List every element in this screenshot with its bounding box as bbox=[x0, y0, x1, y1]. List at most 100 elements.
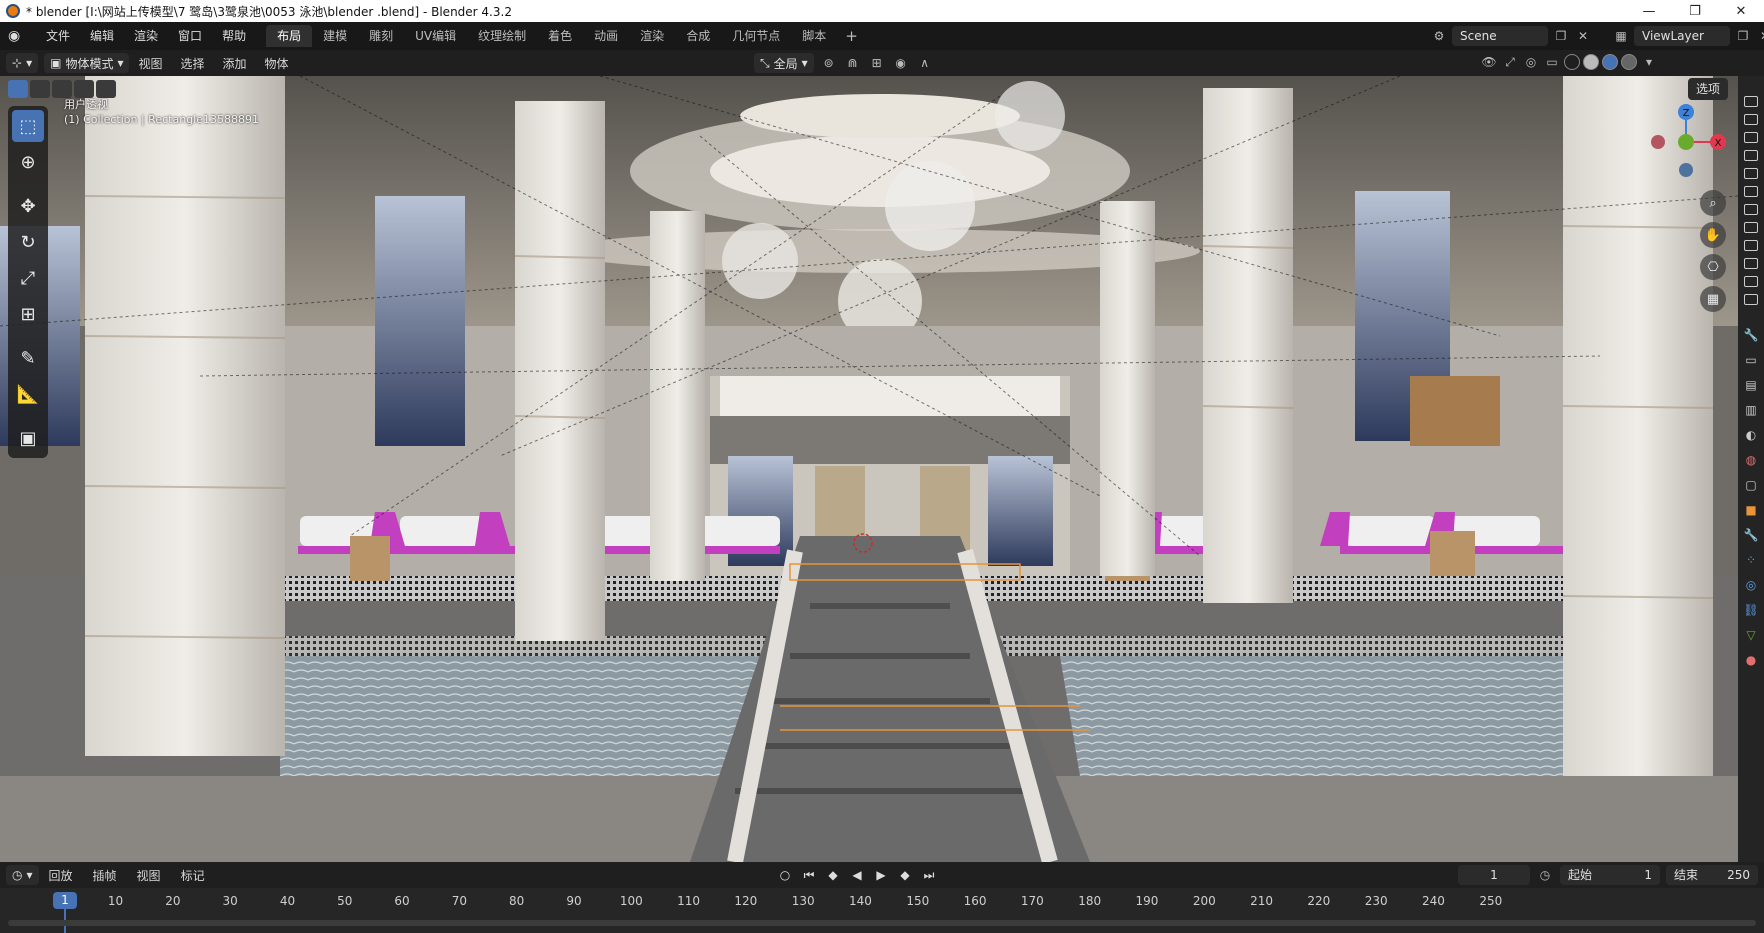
tab-geometry-nodes[interactable]: 几何节点 bbox=[721, 25, 791, 47]
move-tool-icon[interactable]: ✥ bbox=[12, 190, 44, 222]
minimize-button[interactable]: — bbox=[1626, 0, 1672, 22]
timeline-area[interactable]: 1 10 20 30 40 50 60 70 80 90 100 110 120 130 140 150 16… bbox=[0, 888, 1764, 933]
data-properties-icon[interactable]: ▽ bbox=[1742, 626, 1760, 644]
jump-start-icon[interactable]: ⏮ bbox=[800, 866, 818, 884]
menu-window[interactable]: 窗口 bbox=[168, 22, 212, 50]
camera-icon[interactable] bbox=[1744, 186, 1758, 197]
overlay-toggle-icon[interactable]: ◎ bbox=[1522, 53, 1540, 71]
3d-viewport[interactable]: 用户透视 (1) Collection | Rectangle13588891 … bbox=[0, 76, 1738, 862]
tool-properties-icon[interactable]: 🔧 bbox=[1742, 326, 1760, 344]
add-cube-tool-icon[interactable]: ▣ bbox=[12, 422, 44, 454]
auto-keying-icon[interactable]: ○ bbox=[776, 866, 794, 884]
menu-select[interactable]: 选择 bbox=[172, 55, 214, 72]
editor-type-button[interactable]: ⊹ ▾ bbox=[6, 53, 39, 73]
camera-icon[interactable] bbox=[1744, 132, 1758, 143]
camera-icon[interactable] bbox=[1744, 258, 1758, 269]
menu-playback[interactable]: 回放 bbox=[39, 867, 83, 884]
tab-modeling[interactable]: 建模 bbox=[312, 25, 358, 47]
annotate-tool-icon[interactable]: ✎ bbox=[12, 342, 44, 374]
start-frame-field[interactable]: 起始 1 bbox=[1560, 865, 1660, 885]
timeline-editor-type-button[interactable]: ◷ ▾ bbox=[6, 865, 39, 885]
tab-shading[interactable]: 着色 bbox=[537, 25, 583, 47]
view-layer-field[interactable]: ViewLayer bbox=[1634, 26, 1730, 46]
tab-texture-paint[interactable]: 纹理绘制 bbox=[467, 25, 537, 47]
select-invert-icon[interactable] bbox=[74, 80, 94, 98]
camera-icon[interactable] bbox=[1744, 168, 1758, 179]
play-icon[interactable]: ▶ bbox=[872, 866, 890, 884]
ortho-grid-icon[interactable]: ▦ bbox=[1700, 286, 1726, 312]
camera-view-icon[interactable]: ⎔ bbox=[1700, 254, 1726, 280]
gizmo-toggle-icon[interactable]: ⤢ bbox=[1501, 53, 1519, 71]
play-reverse-icon[interactable]: ◀ bbox=[848, 866, 866, 884]
menu-marker[interactable]: 标记 bbox=[171, 867, 215, 884]
cursor-tool-icon[interactable]: ⊕ bbox=[12, 146, 44, 178]
new-scene-icon[interactable]: ❐ bbox=[1552, 27, 1570, 45]
tab-compositing[interactable]: 合成 bbox=[675, 25, 721, 47]
mode-dropdown[interactable]: ▣ 物体模式 ▾ bbox=[44, 53, 130, 73]
select-extend-icon[interactable] bbox=[30, 80, 50, 98]
menu-timeline-view[interactable]: 视图 bbox=[127, 867, 171, 884]
physics-properties-icon[interactable]: ◎ bbox=[1742, 576, 1760, 594]
menu-view[interactable]: 视图 bbox=[129, 55, 171, 72]
wireframe-shading-icon[interactable] bbox=[1564, 54, 1580, 70]
rendered-shading-icon[interactable] bbox=[1621, 54, 1637, 70]
menu-object[interactable]: 物体 bbox=[256, 55, 298, 72]
timeline-scrollbar[interactable] bbox=[8, 920, 1756, 926]
camera-icon[interactable] bbox=[1744, 96, 1758, 107]
material-properties-icon[interactable]: ● bbox=[1742, 651, 1760, 669]
measure-tool-icon[interactable]: 📐 bbox=[12, 378, 44, 410]
options-button[interactable]: 选项 bbox=[1688, 78, 1729, 100]
jump-end-icon[interactable]: ⏭ bbox=[920, 866, 938, 884]
snap-icon[interactable]: ⋒ bbox=[844, 54, 862, 72]
frame-ruler[interactable]: 1 10 20 30 40 50 60 70 80 90 100 110 120 130 140 150 16… bbox=[0, 888, 1764, 914]
blender-menu-icon[interactable]: ◉ bbox=[8, 28, 30, 44]
output-properties-icon[interactable]: ▤ bbox=[1742, 376, 1760, 394]
camera-icon[interactable] bbox=[1744, 150, 1758, 161]
delete-view-layer-icon[interactable]: ✕ bbox=[1756, 27, 1764, 45]
preview-range-icon[interactable]: ◷ bbox=[1536, 866, 1554, 884]
visibility-icon[interactable]: 👁 bbox=[1480, 53, 1498, 71]
scale-tool-icon[interactable]: ⤢ bbox=[12, 262, 44, 294]
transform-orientation-dropdown[interactable]: ⤡ 全局 ▾ bbox=[754, 53, 814, 73]
snap-target-icon[interactable]: ⊞ bbox=[868, 54, 886, 72]
menu-render[interactable]: 渲染 bbox=[124, 22, 168, 50]
current-frame-field[interactable]: 1 bbox=[1458, 865, 1530, 885]
prev-keyframe-icon[interactable]: ◆ bbox=[824, 866, 842, 884]
camera-icon[interactable] bbox=[1744, 204, 1758, 215]
constraints-properties-icon[interactable]: ⛓ bbox=[1742, 601, 1760, 619]
camera-icon[interactable] bbox=[1744, 294, 1758, 305]
tab-sculpting[interactable]: 雕刻 bbox=[358, 25, 404, 47]
rotate-tool-icon[interactable]: ↻ bbox=[12, 226, 44, 258]
proportional-edit-icon[interactable]: ◉ bbox=[892, 54, 910, 72]
close-button[interactable]: ✕ bbox=[1718, 0, 1764, 22]
menu-keying[interactable]: 插帧 bbox=[83, 867, 127, 884]
current-frame-indicator[interactable]: 1 bbox=[53, 892, 77, 909]
shading-options-icon[interactable]: ▾ bbox=[1640, 53, 1658, 71]
new-view-layer-icon[interactable]: ❐ bbox=[1734, 27, 1752, 45]
menu-add[interactable]: 添加 bbox=[214, 55, 256, 72]
object-properties-icon[interactable]: ■ bbox=[1742, 501, 1760, 519]
menu-help[interactable]: 帮助 bbox=[212, 22, 256, 50]
render-properties-icon[interactable]: ▭ bbox=[1742, 351, 1760, 369]
material-shading-icon[interactable] bbox=[1602, 54, 1618, 70]
add-workspace-button[interactable]: + bbox=[837, 27, 866, 45]
solid-shading-icon[interactable] bbox=[1583, 54, 1599, 70]
tab-rendering[interactable]: 渲染 bbox=[629, 25, 675, 47]
tab-scripting[interactable]: 脚本 bbox=[791, 25, 837, 47]
camera-icon[interactable] bbox=[1744, 114, 1758, 125]
next-keyframe-icon[interactable]: ◆ bbox=[896, 866, 914, 884]
tab-uv-editing[interactable]: UV编辑 bbox=[404, 25, 467, 47]
xray-toggle-icon[interactable]: ▭ bbox=[1543, 53, 1561, 71]
modifier-properties-icon[interactable]: 🔧 bbox=[1742, 526, 1760, 544]
world-properties-icon[interactable]: ◍ bbox=[1742, 451, 1760, 469]
maximize-button[interactable]: ❐ bbox=[1672, 0, 1718, 22]
camera-icon[interactable] bbox=[1744, 240, 1758, 251]
camera-icon[interactable] bbox=[1744, 276, 1758, 287]
tab-animation[interactable]: 动画 bbox=[583, 25, 629, 47]
particles-properties-icon[interactable]: ⁘ bbox=[1742, 551, 1760, 569]
falloff-icon[interactable]: ∧ bbox=[916, 54, 934, 72]
select-subtract-icon[interactable] bbox=[52, 80, 72, 98]
select-new-icon[interactable] bbox=[8, 80, 28, 98]
pivot-point-icon[interactable]: ⊚ bbox=[820, 54, 838, 72]
select-box-tool-icon[interactable]: ⬚ bbox=[12, 110, 44, 142]
